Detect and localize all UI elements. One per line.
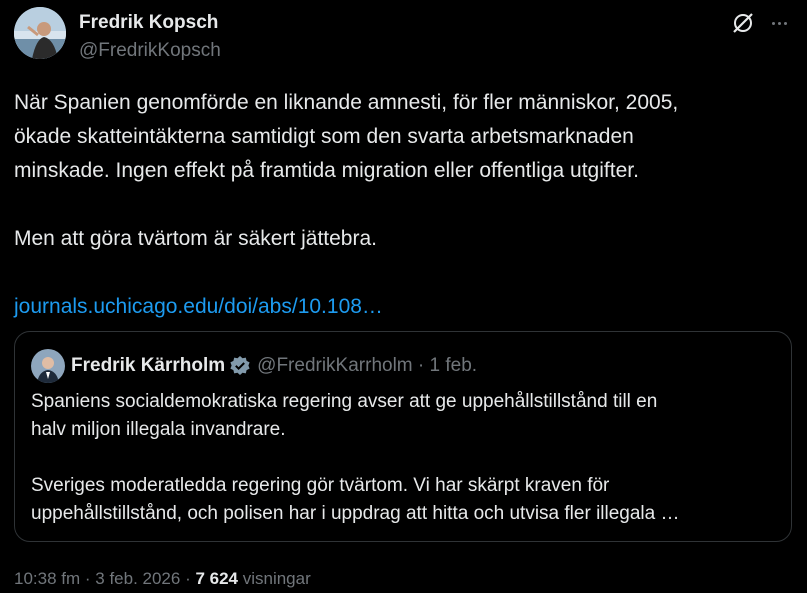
views-count: 7 624 [195,569,238,588]
quote-header: Fredrik Kärrholm @FredrikKarrholm · 1 fe… [31,348,477,384]
quote-line: Sveriges moderatledda regering gör tvärt… [31,475,610,496]
quote-text: Spaniens socialdemokratiska regering avs… [31,388,775,528]
tweet-link[interactable]: journals.uchicago.edu/doi/abs/10.108… [14,290,383,324]
quote-author-handle-date: @FredrikKarrholm · 1 feb. [257,355,478,376]
tweet-line: När Spanien genomförde en liknande amnes… [14,91,679,114]
tweet-line: Men att göra tvärtom är säkert jättebra. [14,227,377,250]
author-avatar[interactable] [14,7,66,59]
verified-badge-icon [229,355,251,377]
tweet-header: Fredrik Kopsch @FredrikKopsch [14,7,793,67]
quote-line: halv miljon illegala invandrare. [31,419,286,440]
meta-separator: · [80,569,96,588]
tweet-meta: 10:38 fm · 3 feb. 2026 · 7 624 visningar [14,567,311,591]
tweet-date[interactable]: 3 feb. 2026 [95,569,180,588]
quoted-tweet-card[interactable]: Fredrik Kärrholm @FredrikKarrholm · 1 fe… [14,331,792,542]
meta-separator: · [180,569,196,588]
author-display-name[interactable]: Fredrik Kopsch [79,11,221,35]
tweet-line: minskade. Ingen effekt på framtida migra… [14,159,639,182]
quote-line: Spaniens socialdemokratiska regering avs… [31,391,658,412]
grok-slash-circle-icon[interactable] [731,11,755,35]
author-names: Fredrik Kopsch @FredrikKopsch [79,11,221,63]
tweet-line: ökade skatteintäkterna samtidigt som den… [14,125,634,148]
quote-line: uppehållstillstånd, och polisen har i up… [31,503,680,524]
views-label: visningar [238,569,311,588]
tweet-time[interactable]: 10:38 fm [14,569,80,588]
quote-author-avatar [31,349,65,383]
tweet-text: När Spanien genomförde en liknande amnes… [14,86,794,324]
more-dots-icon[interactable] [767,11,791,35]
quote-author-name: Fredrik Kärrholm [71,355,226,376]
author-handle[interactable]: @FredrikKopsch [79,39,221,63]
